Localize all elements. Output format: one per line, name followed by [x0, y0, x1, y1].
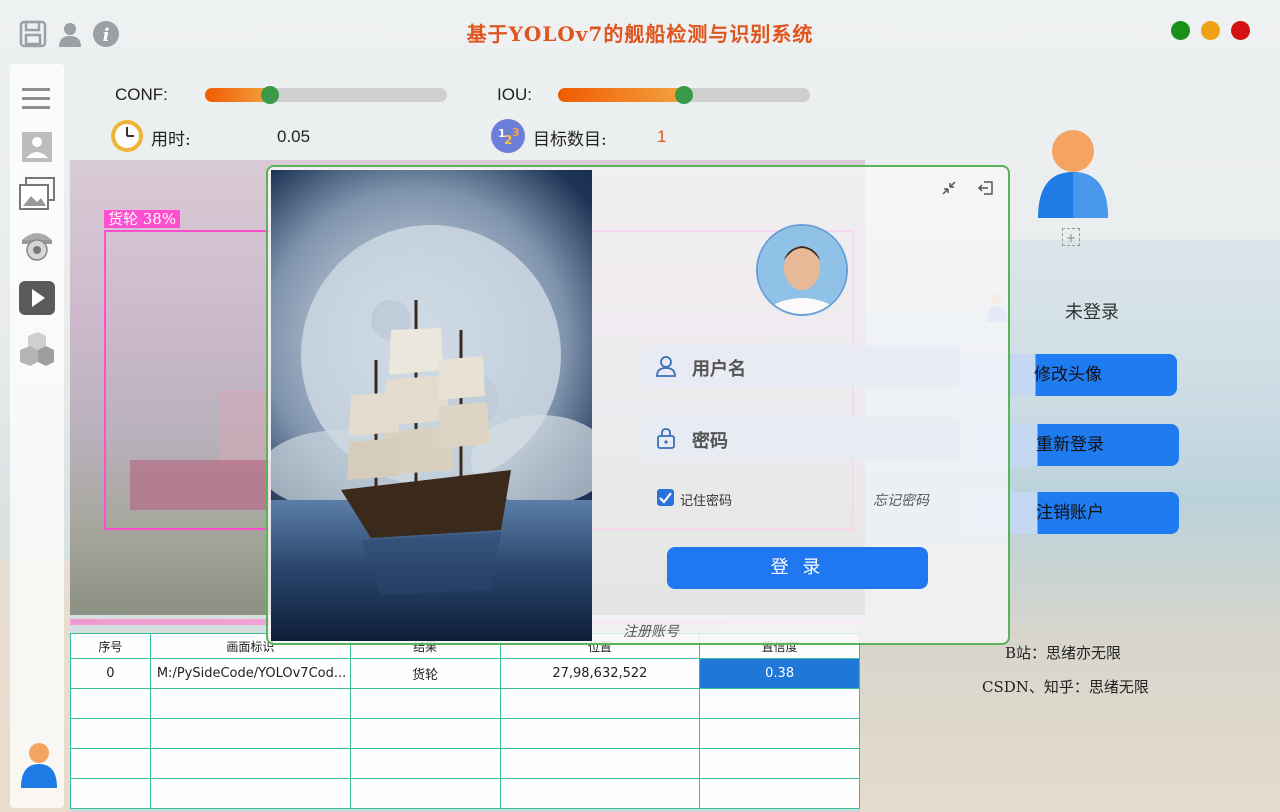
table-cell[interactable]	[149, 778, 351, 809]
table-cell[interactable]	[499, 778, 701, 809]
table-cell[interactable]	[70, 688, 151, 719]
count-icon: 123	[490, 118, 526, 154]
count-value: 1	[657, 127, 667, 146]
table-cell[interactable]	[149, 718, 351, 749]
username-field[interactable]: 用户名	[642, 345, 960, 387]
table-cell[interactable]	[699, 688, 860, 719]
table-cell[interactable]	[499, 748, 701, 779]
time-value: 0.05	[277, 127, 311, 146]
table-row[interactable]	[70, 718, 860, 749]
video-icon[interactable]	[18, 280, 56, 315]
table-cell[interactable]: 货轮	[349, 658, 501, 689]
conf-slider-handle[interactable]	[261, 86, 279, 104]
table-cell[interactable]: 0.38	[699, 658, 860, 689]
clock-icon	[109, 118, 145, 154]
sailing-ship-artwork	[271, 170, 592, 641]
username-placeholder: 用户名	[692, 359, 746, 380]
credit-bilibili: B站：思绪亦无限	[1005, 644, 1122, 662]
lock-icon	[657, 428, 675, 449]
camera-icon[interactable]	[18, 226, 56, 261]
time-label: 用时:	[151, 130, 191, 150]
table-row[interactable]	[70, 778, 860, 809]
table-cell[interactable]: 27,98,632,522	[499, 658, 701, 689]
forgot-password-link[interactable]: 忘记密码	[873, 490, 929, 510]
password-field[interactable]: 密码	[642, 417, 960, 459]
login-avatar	[756, 224, 848, 316]
iou-label: IOU:	[497, 85, 532, 104]
results-table: 序号 画面标识 结果 位置 置信度 0 M:/PySideCode/YOLOv7…	[70, 633, 860, 809]
table-cell[interactable]	[70, 748, 151, 779]
user-icon	[656, 356, 676, 377]
table-cell[interactable]	[70, 778, 151, 809]
table-cell[interactable]	[149, 688, 351, 719]
credit-csdn: CSDN、知乎：思绪无限	[982, 678, 1149, 696]
table-row[interactable]	[70, 688, 860, 719]
table-cell[interactable]: M:/PySideCode/YOLOv7Cod...	[149, 658, 351, 689]
profile-avatar-icon[interactable]	[1036, 128, 1110, 218]
conf-slider[interactable]	[205, 86, 447, 104]
table-cell[interactable]	[349, 688, 501, 719]
table-cell[interactable]	[349, 778, 501, 809]
add-avatar-button[interactable]: +	[1062, 228, 1080, 246]
detection-box-label: 货轮 38%	[104, 210, 181, 228]
remember-label: 记住密码	[680, 494, 733, 509]
exit-icon[interactable]	[977, 179, 995, 197]
iou-slider-fill	[558, 88, 684, 102]
table-row[interactable]: 0 M:/PySideCode/YOLOv7Cod... 货轮 27,98,63…	[70, 658, 860, 689]
table-cell[interactable]	[499, 688, 701, 719]
app-title: 基于YOLOv7的舰船检测与识别系统	[466, 22, 814, 46]
iou-slider[interactable]	[558, 86, 810, 104]
password-placeholder: 密码	[692, 431, 728, 452]
table-cell[interactable]: 0	[70, 658, 151, 689]
user-avatar-icon[interactable]	[19, 742, 59, 788]
login-status: 未登录	[1065, 302, 1119, 323]
table-cell[interactable]	[149, 748, 351, 779]
table-cell[interactable]	[699, 718, 860, 749]
table-cell[interactable]	[499, 718, 701, 749]
count-label: 目标数目:	[533, 130, 607, 150]
login-button[interactable]: 登 录	[667, 547, 928, 589]
svg-text:3: 3	[512, 126, 520, 139]
image-icon[interactable]	[18, 130, 56, 164]
images-folder-icon[interactable]	[18, 176, 56, 210]
table-cell[interactable]	[699, 748, 860, 779]
model-cube-icon[interactable]	[18, 332, 56, 366]
menu-icon[interactable]	[18, 84, 56, 118]
collapse-icon[interactable]	[940, 179, 958, 197]
minimize-button[interactable]	[1171, 21, 1190, 40]
iou-slider-handle[interactable]	[675, 86, 693, 104]
close-button[interactable]	[1231, 21, 1250, 40]
register-link[interactable]: 注册账号	[623, 621, 679, 641]
table-header[interactable]: 序号	[70, 633, 151, 659]
table-cell[interactable]	[349, 748, 501, 779]
table-row[interactable]	[70, 748, 860, 779]
table-cell[interactable]	[349, 718, 501, 749]
conf-label: CONF:	[115, 85, 168, 104]
remember-checkbox[interactable]	[657, 489, 674, 506]
maximize-button[interactable]	[1201, 21, 1220, 40]
table-cell[interactable]	[70, 718, 151, 749]
table-cell[interactable]	[699, 778, 860, 809]
